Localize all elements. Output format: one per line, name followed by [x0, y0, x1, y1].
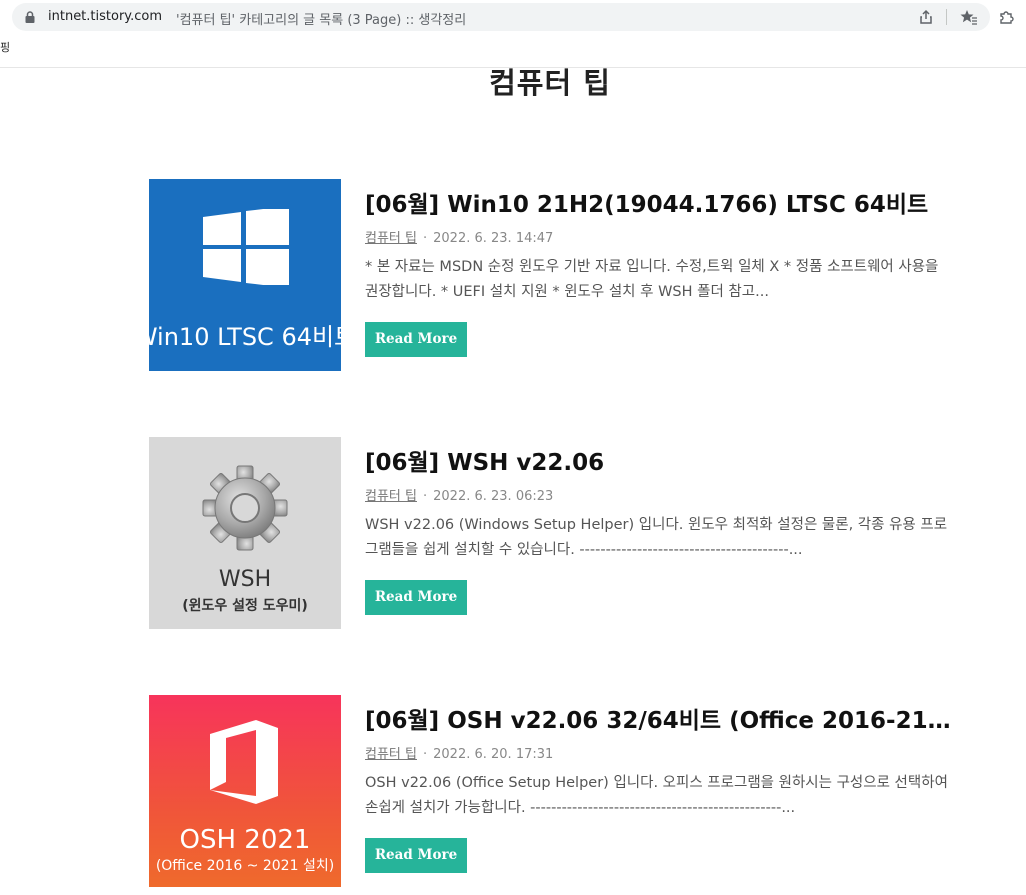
- share-icon[interactable]: [918, 9, 934, 25]
- gear-icon: [202, 465, 288, 551]
- thumbnail-caption: OSH 2021: [179, 825, 311, 855]
- post-title[interactable]: [06월] WSH v22.06: [365, 445, 955, 481]
- post-meta: 컴퓨터 팁 · 2022. 6. 20. 17:31: [365, 743, 553, 762]
- read-more-button[interactable]: Read More: [365, 322, 467, 357]
- lock-icon[interactable]: [24, 11, 36, 23]
- post-excerpt: * 본 자료는 MSDN 순정 윈도우 기반 자료 입니다. 수정,트윅 일체 …: [365, 259, 939, 300]
- post-title[interactable]: [06월] Win10 21H2(19044.1766) LTSC 64비트: [365, 187, 955, 223]
- post-excerpt: WSH v22.06 (Windows Setup Helper) 입니다. 윈…: [365, 517, 948, 558]
- post-thumbnail[interactable]: WSH (윈도우 설정 도우미): [149, 437, 341, 629]
- post-excerpt: OSH v22.06 (Office Setup Helper) 입니다. 오피…: [365, 775, 948, 816]
- url-host[interactable]: intnet.tistory.com: [48, 9, 162, 24]
- browser-toolbar: intnet.tistory.com '컴퓨터 팁' 카테고리의 글 목록 (3…: [0, 0, 1026, 34]
- address-bar[interactable]: intnet.tistory.com '컴퓨터 팁' 카테고리의 글 목록 (3…: [12, 3, 990, 31]
- post-category-link[interactable]: 컴퓨터 팁: [365, 231, 417, 246]
- post-category-link[interactable]: 컴퓨터 팁: [365, 489, 417, 504]
- post-date: 2022. 6. 20. 17:31: [433, 747, 554, 762]
- office-logo-icon: [210, 720, 278, 804]
- post-thumbnail[interactable]: OSH 2021 (Office 2016 ~ 2021 설치): [149, 695, 341, 887]
- category-title: 컴퓨터 팁: [489, 66, 611, 100]
- meta-separator: ·: [422, 231, 428, 246]
- post-meta: 컴퓨터 팁 · 2022. 6. 23. 14:47: [365, 227, 553, 246]
- post-thumbnail[interactable]: Win10 LTSC 64비트: [149, 179, 341, 371]
- post-item: WSH (윈도우 설정 도우미) [06월] WSH v22.06 컴퓨터 팁 ·…: [149, 437, 959, 629]
- post-item: Win10 LTSC 64비트 [06월] Win10 21H2(19044.1…: [149, 179, 959, 371]
- meta-separator: ·: [422, 747, 428, 762]
- post-date: 2022. 6. 23. 06:23: [433, 489, 554, 504]
- thumbnail-caption: WSH: [218, 567, 272, 592]
- windows-logo-icon: [203, 209, 289, 285]
- extensions-icon[interactable]: [998, 9, 1014, 25]
- post-item: OSH 2021 (Office 2016 ~ 2021 설치) [06월] O…: [149, 695, 959, 887]
- post-meta: 컴퓨터 팁 · 2022. 6. 23. 06:23: [365, 485, 553, 504]
- bookmark-star-icon[interactable]: [960, 9, 978, 25]
- thumbnail-caption: Win10 LTSC 64비트: [149, 323, 341, 351]
- sidebar-cut-text: 핑: [0, 41, 11, 54]
- post-title[interactable]: [06월] OSH v22.06 32/64비트 (Office 2016-21…: [365, 703, 955, 739]
- omnibox-divider: [946, 9, 947, 25]
- thumbnail-subcaption: (윈도우 설정 도우미): [182, 598, 308, 614]
- post-category-link[interactable]: 컴퓨터 팁: [365, 747, 417, 762]
- read-more-button[interactable]: Read More: [365, 838, 467, 873]
- read-more-button[interactable]: Read More: [365, 580, 467, 615]
- thumbnail-subcaption: (Office 2016 ~ 2021 설치): [155, 858, 335, 874]
- post-date: 2022. 6. 23. 14:47: [433, 231, 554, 246]
- meta-separator: ·: [422, 489, 428, 504]
- url-page-title[interactable]: '컴퓨터 팁' 카테고리의 글 목록 (3 Page) :: 생각정리: [176, 9, 466, 28]
